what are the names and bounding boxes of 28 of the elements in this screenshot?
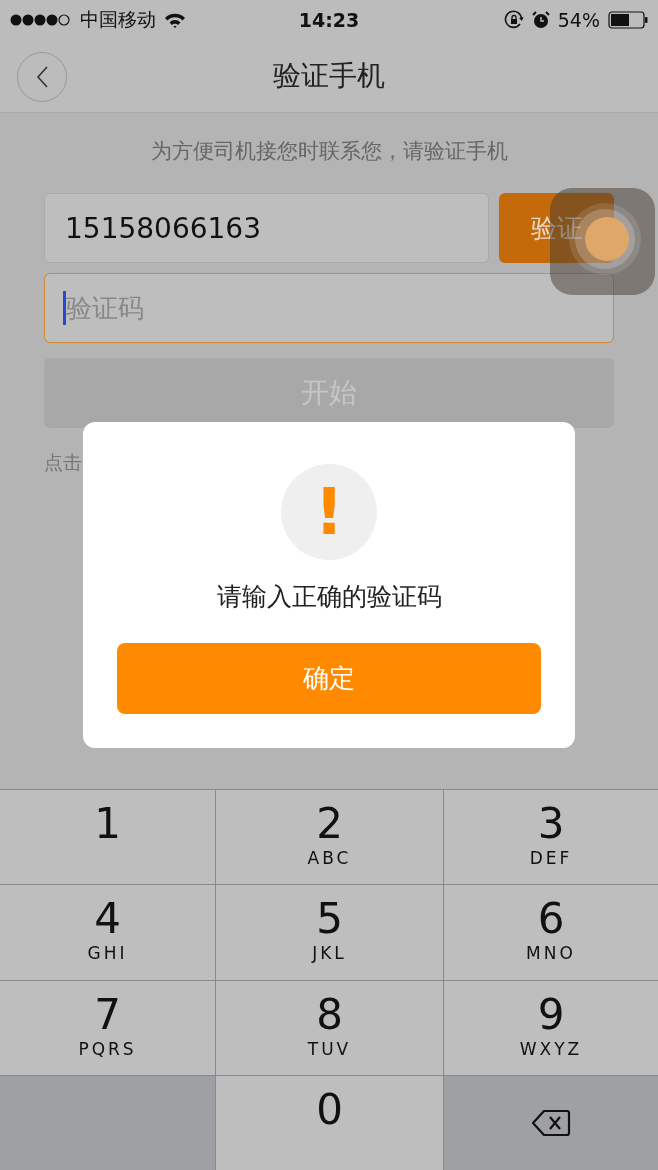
wifi-icon — [164, 12, 186, 28]
rotation-lock-icon — [503, 10, 524, 30]
carrier-name: 中国移动 — [80, 7, 156, 32]
page-title: 验证手机 — [273, 58, 385, 94]
battery-icon — [608, 11, 648, 29]
keypad-key[interactable]: 8 TUV — [216, 980, 443, 1075]
keypad-key[interactable]: 4 GHI — [0, 885, 215, 980]
keypad-key[interactable]: 6 MNO — [444, 885, 658, 980]
signal-icon — [10, 13, 72, 27]
keypad-key[interactable]: 0 — [216, 1075, 443, 1170]
status-time: 14:23 — [298, 9, 360, 31]
alert-icon: ! — [281, 464, 377, 560]
keypad-key[interactable]: 1 — [0, 790, 215, 885]
phone-field[interactable]: 15158066163 — [44, 193, 489, 263]
keypad-key[interactable]: 2 ABC — [216, 790, 443, 885]
keypad-key[interactable]: 9 WXYZ — [444, 980, 658, 1075]
keypad-key[interactable]: 3 DEF — [444, 790, 658, 885]
hint-text: 为方便司机接您时联系您，请验证手机 — [150, 138, 508, 165]
backspace-icon — [531, 1108, 571, 1137]
keypad-key[interactable]: 5 JKL — [216, 885, 443, 980]
delete-key[interactable] — [444, 1075, 658, 1170]
back-button[interactable] — [17, 52, 67, 102]
battery-percent: 54% — [557, 9, 600, 31]
alarm-icon — [531, 11, 550, 29]
alert-message: 请输入正确的验证码 — [216, 581, 442, 613]
note-text: 点击 — [44, 450, 82, 475]
keypad-key[interactable]: 7 PQRS — [0, 980, 215, 1075]
back-chevron-icon — [35, 65, 49, 89]
